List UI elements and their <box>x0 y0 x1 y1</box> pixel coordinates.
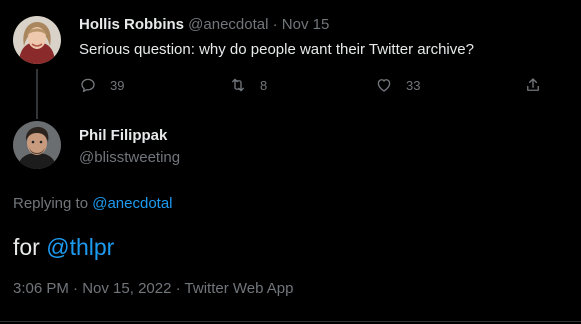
parent-tweet-header: Hollis Robbins @anecdotal · Nov 15 <box>79 15 329 35</box>
main-tweet-text: for @thlpr <box>13 232 114 262</box>
tweet-metadata: 3:06 PM · Nov 15, 2022 · Twitter Web App <box>13 279 293 299</box>
replying-to-link[interactable]: @anecdotal <box>92 195 172 212</box>
parent-tweet[interactable]: Hollis Robbins @anecdotal · Nov 15 Serio… <box>0 0 581 119</box>
thread-connector-line <box>36 69 38 119</box>
main-avatar[interactable] <box>13 121 61 169</box>
reply-button[interactable]: 39 <box>79 75 124 95</box>
heart-icon <box>377 79 391 92</box>
replying-to: Replying to @anecdotal <box>13 194 173 214</box>
like-button[interactable]: 33 <box>375 75 420 95</box>
avatar-hollis-icon <box>13 16 61 64</box>
header-separator: · <box>272 16 278 33</box>
meta-separator-2: · <box>175 280 181 297</box>
like-count: 33 <box>406 77 421 93</box>
reply-icon <box>81 78 95 93</box>
parent-handle[interactable]: @anecdotal <box>188 16 268 33</box>
parent-date[interactable]: Nov 15 <box>282 16 330 33</box>
retweet-icon <box>232 78 244 92</box>
tweet-date[interactable]: Nov 15, 2022 <box>82 280 171 297</box>
meta-separator: · <box>73 280 79 297</box>
tweet-thread: Hollis Robbins @anecdotal · Nov 15 Serio… <box>0 0 581 324</box>
avatar-phil-icon <box>13 121 61 169</box>
replying-to-label: Replying to <box>13 195 89 212</box>
parent-display-name[interactable]: Hollis Robbins <box>79 16 184 33</box>
divider <box>0 321 581 322</box>
share-button[interactable] <box>524 75 542 95</box>
main-handle[interactable]: @blisstweeting <box>79 148 180 168</box>
parent-avatar[interactable] <box>13 16 61 64</box>
reply-count: 39 <box>110 77 125 93</box>
parent-tweet-actions: 39 8 33 <box>79 75 549 95</box>
tweet-time[interactable]: 3:06 PM <box>13 280 69 297</box>
main-tweet-text-prefix: for <box>13 234 40 260</box>
retweet-count: 8 <box>260 77 268 93</box>
parent-tweet-text: Serious question: why do people want the… <box>79 41 474 58</box>
tweet-source[interactable]: Twitter Web App <box>185 280 294 297</box>
share-icon <box>527 78 539 91</box>
mention-link[interactable]: @thlpr <box>46 234 114 260</box>
main-display-name[interactable]: Phil Filippak <box>79 126 167 146</box>
retweet-button[interactable]: 8 <box>229 75 267 95</box>
